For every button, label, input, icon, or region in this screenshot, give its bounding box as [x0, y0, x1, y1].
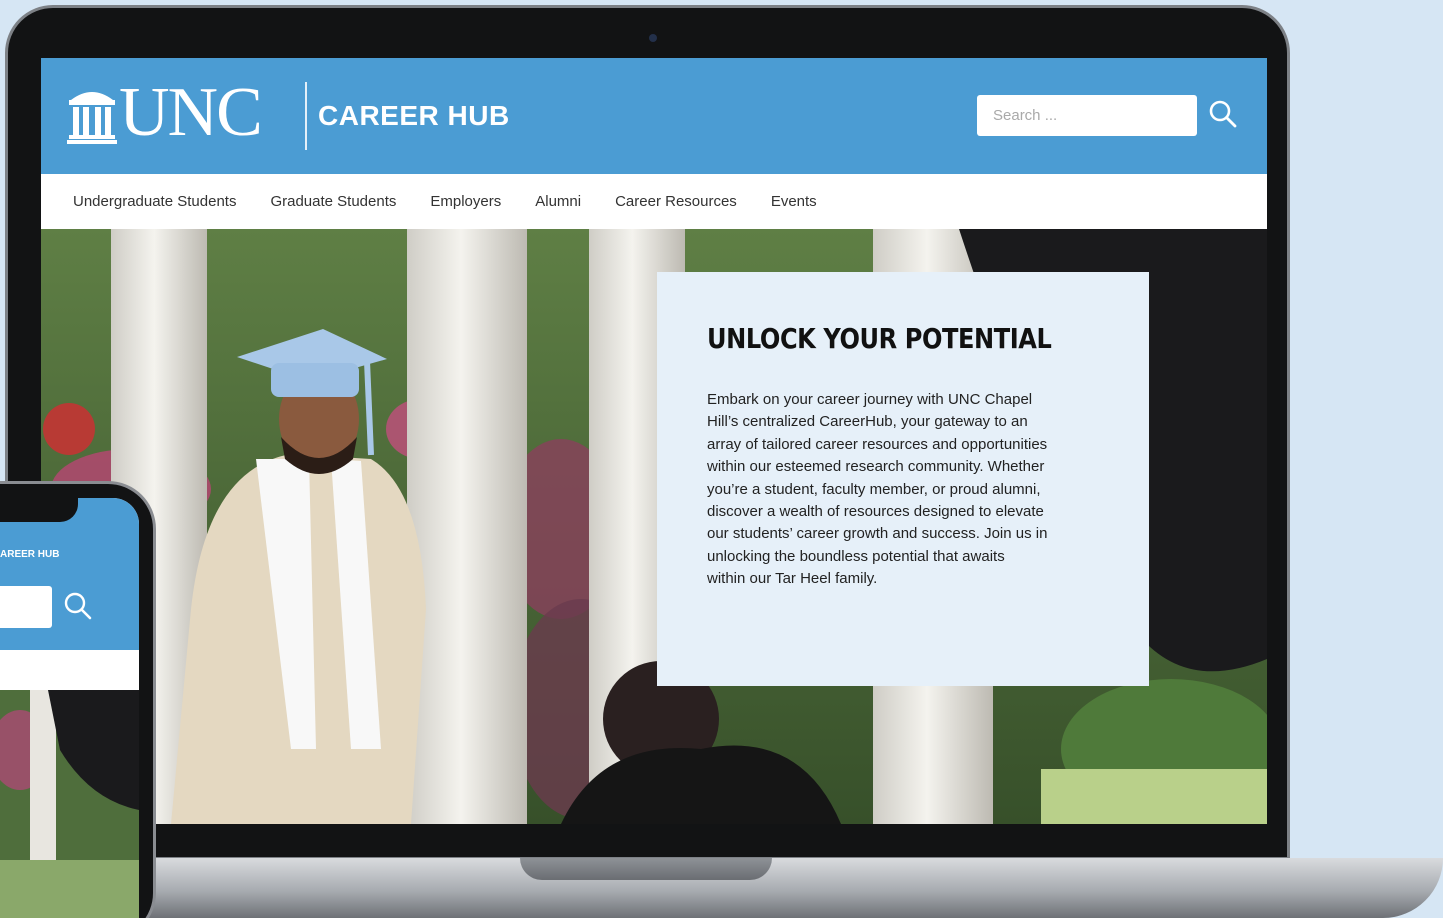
- search-icon[interactable]: [1207, 98, 1239, 130]
- hero-body-line: discover a wealth of resources designed …: [707, 503, 1044, 521]
- laptop-frame: UNC CAREER HUB Undergraduate Students Gr…: [5, 5, 1290, 860]
- hero-body-line: Hill’s centralized CareerHub, your gatew…: [707, 413, 1028, 431]
- hero-section: UNLOCK YOUR POTENTIAL Embark on your car…: [41, 229, 1267, 824]
- hero-card: UNLOCK YOUR POTENTIAL Embark on your car…: [657, 272, 1149, 686]
- phone-notch: [0, 492, 78, 522]
- old-well-icon: [67, 92, 117, 144]
- phone-hero-photo: [0, 690, 139, 918]
- nav-item-career-resources[interactable]: Career Resources: [615, 193, 737, 210]
- hero-title: UNLOCK YOUR POTENTIAL: [707, 322, 1052, 355]
- logo-wordmark[interactable]: UNC: [119, 78, 263, 148]
- nav-item-alumni[interactable]: Alumni: [535, 193, 581, 210]
- hero-body-line: within our Tar Heel family.: [707, 570, 878, 588]
- search-input[interactable]: [977, 95, 1197, 136]
- phone-search-input[interactable]: [0, 586, 52, 628]
- phone-site-title[interactable]: AREER HUB: [0, 549, 59, 560]
- nav-item-graduate-students[interactable]: Graduate Students: [270, 193, 396, 210]
- phone-screen: AREER HUB: [0, 498, 139, 918]
- hero-body-line: unlocking the boundless potential that a…: [707, 547, 1005, 565]
- nav-item-employers[interactable]: Employers: [430, 193, 501, 210]
- nav-item-undergraduate-students[interactable]: Undergraduate Students: [73, 193, 236, 210]
- site-header: UNC CAREER HUB: [41, 58, 1267, 174]
- site-title[interactable]: CAREER HUB: [318, 100, 510, 132]
- hero-body: Embark on your career journey with UNC C…: [707, 389, 1079, 591]
- hero-body-line: you’re a student, faculty member, or pro…: [707, 480, 1041, 498]
- laptop-screen: UNC CAREER HUB Undergraduate Students Gr…: [41, 58, 1267, 824]
- nav-item-events[interactable]: Events: [771, 193, 817, 210]
- hero-body-line: our students’ career growth and success.…: [707, 525, 1048, 543]
- logo-divider: [305, 82, 307, 150]
- hero-body-line: within our esteemed research community. …: [707, 458, 1045, 476]
- hero-body-line: Embark on your career journey with UNC C…: [707, 391, 1033, 408]
- main-nav: Undergraduate Students Graduate Students…: [41, 174, 1267, 229]
- search-icon[interactable]: [62, 590, 94, 622]
- laptop-hinge-notch: [520, 858, 772, 880]
- hero-body-line: array of tailored career resources and o…: [707, 435, 1048, 453]
- camera-dot: [649, 34, 657, 42]
